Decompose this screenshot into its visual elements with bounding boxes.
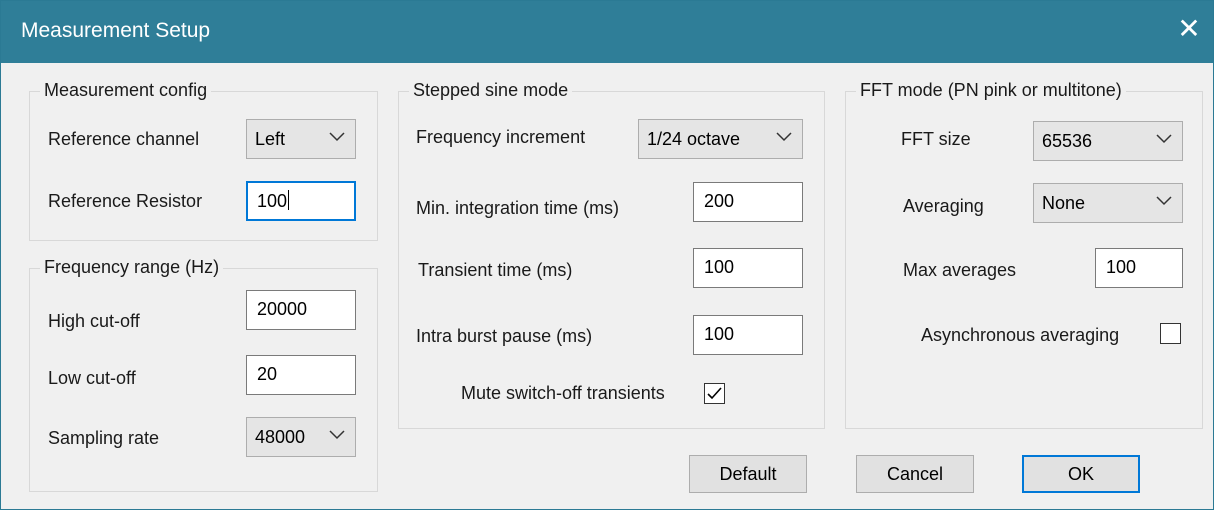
- sampling-rate-label: Sampling rate: [48, 428, 160, 448]
- frequency-increment-label: Frequency increment: [416, 127, 586, 147]
- reference-channel-value: Left: [255, 129, 286, 149]
- averaging-label: Averaging: [903, 196, 984, 216]
- title-bar[interactable]: Measurement Setup ✕: [1, 1, 1213, 63]
- high-cutoff-input[interactable]: 20000: [246, 290, 356, 330]
- sampling-rate-value: 48000: [255, 427, 306, 447]
- chevron-down-icon: [329, 132, 345, 142]
- chevron-down-icon: [329, 430, 345, 440]
- default-button[interactable]: Default: [689, 455, 807, 493]
- checkmark-icon: [707, 387, 722, 400]
- stepped-sine-title: Stepped sine mode: [409, 80, 573, 101]
- transient-time-label: Transient time (ms): [418, 260, 573, 280]
- measurement-setup-dialog: Measurement Setup ✕ Measurement config R…: [0, 0, 1214, 510]
- cancel-button[interactable]: Cancel: [856, 455, 974, 493]
- min-integration-input[interactable]: 200: [693, 182, 803, 222]
- intra-burst-input[interactable]: 100: [693, 315, 803, 355]
- text-caret: [288, 190, 290, 210]
- frequency-increment-value: 1/24 octave: [647, 129, 741, 149]
- async-averaging-label: Asynchronous averaging: [921, 325, 1120, 345]
- mute-transients-checkbox[interactable]: [704, 383, 725, 404]
- reference-resistor-value: 100: [257, 191, 288, 211]
- max-averages-label: Max averages: [903, 260, 1017, 280]
- reference-channel-select[interactable]: Left: [246, 119, 356, 159]
- ok-button[interactable]: OK: [1022, 455, 1140, 493]
- fft-size-select[interactable]: 65536: [1033, 121, 1183, 161]
- frequency-range-title: Frequency range (Hz): [40, 257, 224, 278]
- fft-size-value: 65536: [1042, 131, 1093, 151]
- reference-resistor-label: Reference Resistor: [48, 191, 203, 211]
- measurement-config-title: Measurement config: [40, 80, 212, 101]
- window-title: Measurement Setup: [21, 19, 211, 42]
- min-integration-label: Min. integration time (ms): [416, 198, 620, 218]
- max-averages-input[interactable]: 100: [1095, 248, 1183, 288]
- close-icon[interactable]: ✕: [1175, 15, 1203, 43]
- averaging-value: None: [1042, 193, 1086, 213]
- intra-burst-label: Intra burst pause (ms): [416, 326, 593, 346]
- fft-size-label: FFT size: [901, 129, 971, 149]
- chevron-down-icon: [1156, 196, 1172, 206]
- averaging-select[interactable]: None: [1033, 183, 1183, 223]
- low-cutoff-label: Low cut-off: [48, 368, 136, 388]
- frequency-increment-select[interactable]: 1/24 octave: [638, 119, 803, 159]
- low-cutoff-input[interactable]: 20: [246, 355, 356, 395]
- transient-time-input[interactable]: 100: [693, 248, 803, 288]
- chevron-down-icon: [1156, 134, 1172, 144]
- high-cutoff-label: High cut-off: [48, 311, 140, 331]
- chevron-down-icon: [776, 132, 792, 142]
- fft-mode-title: FFT mode (PN pink or multitone): [856, 80, 1126, 101]
- async-averaging-checkbox[interactable]: [1160, 323, 1181, 344]
- sampling-rate-select[interactable]: 48000: [246, 417, 356, 457]
- reference-channel-label: Reference channel: [48, 129, 200, 149]
- mute-transients-label: Mute switch-off transients: [461, 383, 665, 403]
- reference-resistor-input[interactable]: 100: [246, 181, 356, 221]
